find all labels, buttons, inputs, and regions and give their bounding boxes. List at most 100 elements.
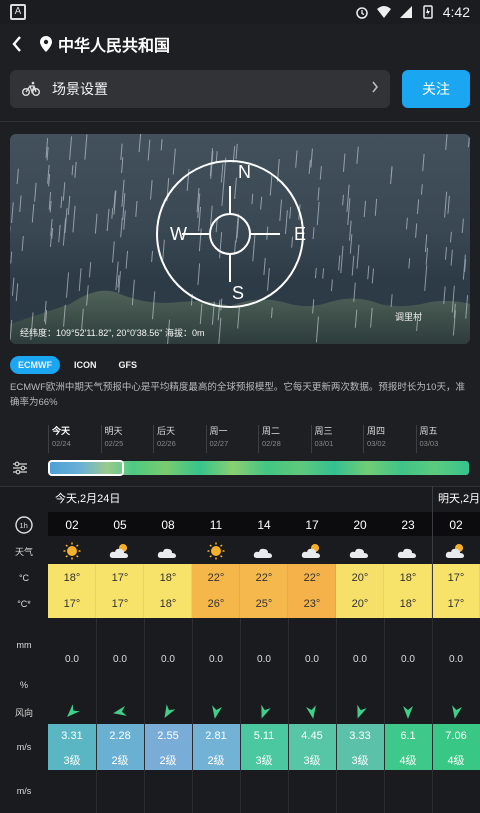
- rain-streak: [34, 182, 37, 202]
- day-tab[interactable]: 周一 02/27: [205, 425, 258, 453]
- cloudy-icon: [336, 542, 384, 560]
- day-tab[interactable]: 周二 02/28: [258, 425, 310, 453]
- wind-speed-value: 2.55: [157, 730, 179, 742]
- day-date: 02/26: [157, 439, 176, 448]
- rain-streak: [117, 275, 120, 288]
- rain-streak: [289, 206, 292, 219]
- feels-like-value: 26°: [207, 598, 225, 610]
- rain-streak: [234, 240, 237, 253]
- precipitation-value: 0.0: [449, 654, 463, 665]
- feels-like-value: 23°: [303, 598, 321, 610]
- rain-streak: [160, 139, 163, 151]
- wind-speed-cell: 7.06 4级: [432, 724, 480, 770]
- day-tab[interactable]: 明天 02/25: [100, 425, 153, 453]
- feels-like-value: 17°: [63, 598, 81, 610]
- day-name: 今天: [52, 426, 71, 436]
- map-view[interactable]: N S E W 调里村 经纬度：109°52'11.82", 20°0'38.5…: [10, 134, 470, 344]
- wind-speed-cell: 2.28 2级: [96, 724, 144, 770]
- hour-label: 11: [209, 518, 223, 532]
- day-name: 明天: [104, 426, 123, 436]
- timeline-window-handle[interactable]: [48, 460, 124, 476]
- clock-icon[interactable]: 1h: [14, 515, 34, 535]
- rain-streak: [125, 250, 129, 269]
- row-label-feels: °C*: [17, 599, 31, 609]
- rain-streak: [420, 184, 423, 195]
- top-bar: 中华人民共和国: [0, 24, 480, 60]
- location-title[interactable]: 中华人民共和国: [40, 32, 170, 56]
- chevron-right-icon: [370, 79, 380, 100]
- wind-arrow-icon: [144, 703, 192, 721]
- temperature-value: 20°: [351, 572, 369, 584]
- tab-ecmwf[interactable]: ECMWF: [10, 356, 60, 374]
- rain-streak: [49, 200, 52, 213]
- column-divider: [96, 618, 97, 813]
- rain-streak: [147, 139, 151, 161]
- row-label-gust: m/s: [16, 786, 32, 796]
- rain-streak: [162, 239, 165, 260]
- wind-level-value: 2级: [207, 755, 225, 767]
- rain-streak: [219, 232, 223, 259]
- wind-arrow-icon: [192, 703, 240, 721]
- rain-streak: [317, 187, 320, 201]
- rain-streak: [74, 161, 77, 178]
- place-label: 调里村: [395, 311, 422, 322]
- wind-speed-value: 2.28: [109, 730, 131, 742]
- tab-gfs[interactable]: GFS: [111, 356, 146, 374]
- rain-overlay: N S E W 调里村: [10, 134, 470, 344]
- rain-streak: [106, 208, 110, 232]
- wind-speed-cell: 3.33 3级: [336, 724, 384, 770]
- rain-streak: [31, 204, 35, 223]
- hour-label: 08: [161, 518, 175, 532]
- rain-streak: [10, 251, 13, 264]
- rain-streak: [319, 165, 322, 180]
- day-tab[interactable]: 周四 03/02: [363, 425, 415, 453]
- rain-streak: [123, 210, 126, 230]
- hour-label: 20: [353, 518, 367, 532]
- rain-streak: [84, 134, 88, 160]
- follow-button[interactable]: 关注: [402, 70, 470, 108]
- column-divider: [192, 618, 193, 813]
- wind-speed-value: 5.11: [253, 730, 275, 742]
- wind-arrow-icon: [96, 703, 144, 721]
- rain-streak: [424, 265, 428, 291]
- rain-streak: [310, 148, 313, 168]
- rain-streak: [416, 199, 420, 214]
- back-button[interactable]: [10, 30, 30, 54]
- rain-streak: [71, 165, 74, 176]
- rain-streak: [67, 195, 71, 215]
- rain-streak: [215, 151, 218, 163]
- day-tab[interactable]: 周三 03/01: [310, 425, 363, 453]
- chevron-left-icon: [12, 36, 21, 52]
- rain-streak: [118, 271, 121, 293]
- rain-streak: [88, 262, 92, 278]
- tab-icon[interactable]: ICON: [66, 356, 105, 374]
- rain-streak: [390, 294, 393, 307]
- day-date: 02/28: [262, 439, 281, 448]
- row-label-wind-dir: 风向: [14, 708, 33, 718]
- day-name: 周五: [419, 426, 438, 436]
- filter-icon[interactable]: [12, 461, 28, 475]
- rain-streak: [72, 205, 76, 233]
- rain-streak: [390, 167, 393, 185]
- rain-streak: [15, 283, 19, 302]
- temperature-cell: 22° 26°: [192, 564, 240, 618]
- notification-icon: A: [10, 4, 26, 20]
- temperature-value: 17°: [447, 572, 465, 584]
- rain-streak: [447, 195, 450, 214]
- temperature-row: 18° 17° 17° 17° 18° 18° 22° 26° 22° 25° 22° 23° 20° 2…: [48, 564, 480, 618]
- day-tab[interactable]: 今天 02/24: [48, 425, 100, 453]
- hour-label: 17: [305, 518, 319, 532]
- rain-streak: [111, 208, 114, 219]
- day-tab[interactable]: 周五 03/03: [415, 425, 468, 453]
- row-label-weather: 天气: [14, 547, 33, 557]
- rain-streak: [260, 196, 263, 210]
- rain-streak: [424, 234, 428, 252]
- scene-settings-button[interactable]: 场景设置: [10, 70, 390, 108]
- rain-streak: [284, 210, 288, 235]
- day-tab[interactable]: 后天 02/26: [153, 425, 205, 453]
- status-icons: 4:42: [355, 2, 470, 22]
- rain-streak: [115, 274, 118, 291]
- temperature-value: 18°: [63, 572, 81, 584]
- rain-streak: [291, 236, 294, 248]
- rain-streak: [251, 193, 254, 205]
